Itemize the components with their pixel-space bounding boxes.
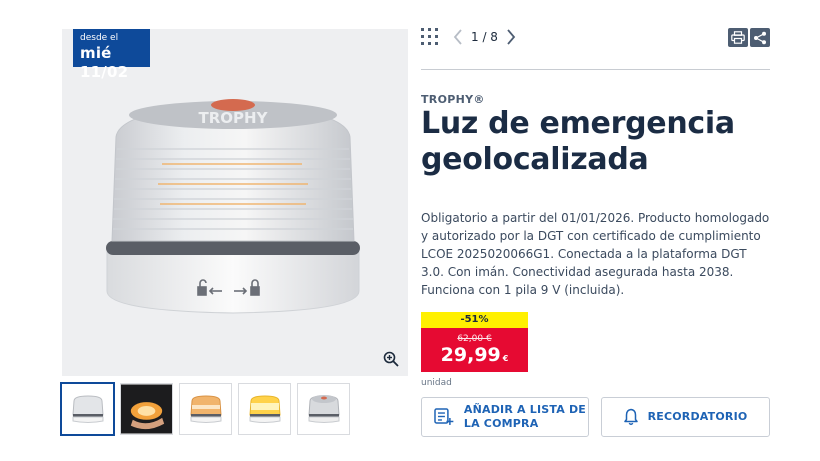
badge-prefix: desde el — [80, 33, 119, 43]
add-to-list-label: AÑADIR A LISTA DE LA COMPRA — [463, 403, 587, 430]
price-panel: 62,00 € 29,99 € — [421, 328, 528, 372]
zoom-button[interactable] — [380, 348, 402, 370]
header-divider — [421, 69, 770, 70]
bell-icon — [623, 408, 638, 426]
reminder-button[interactable]: RECORDATORIO — [601, 397, 770, 437]
thumb-image — [121, 384, 172, 434]
price-box: -51% 62,00 € 29,99 € — [421, 312, 528, 372]
shopping-list-icon — [434, 408, 454, 425]
price-unit: unidad — [421, 378, 452, 388]
product-brand: TROPHY® — [421, 93, 485, 106]
thumb-light-in-hand[interactable] — [120, 383, 173, 435]
thumb-light-orange[interactable] — [179, 383, 232, 435]
product-main-image[interactable]: TROPHY desde el mié 11/02 — [62, 29, 408, 376]
thumb-image — [248, 395, 281, 423]
old-price: 62,00 € — [457, 334, 492, 344]
share-button[interactable] — [750, 28, 770, 47]
pager-count: 1 / 8 — [471, 30, 498, 44]
chevron-right-icon — [507, 29, 516, 45]
print-button[interactable] — [728, 28, 748, 47]
thumb-light-top[interactable] — [297, 383, 350, 435]
print-icon — [731, 31, 745, 44]
product-description: Obligatorio a partir del 01/01/2026. Pro… — [421, 211, 770, 297]
chevron-left-icon — [453, 29, 462, 45]
thumb-light-yellow[interactable] — [238, 383, 291, 435]
image-pager: 1 / 8 — [451, 27, 518, 47]
add-to-shopping-list-button[interactable]: AÑADIR A LISTA DE LA COMPRA — [421, 397, 589, 437]
zoom-in-icon — [383, 351, 399, 367]
next-image-button[interactable] — [504, 27, 518, 47]
badge-date: mié 11/02 — [80, 44, 129, 81]
availability-date-badge: desde el mié 11/02 — [73, 29, 150, 81]
thumb-image — [189, 395, 222, 423]
share-icon — [754, 31, 766, 44]
discount-badge: -51% — [421, 312, 528, 328]
current-price: 29,99 — [440, 344, 501, 366]
grid-icon — [421, 28, 438, 45]
thumb-light-front[interactable] — [60, 382, 115, 436]
grid-view-button[interactable] — [421, 28, 439, 46]
thumb-image — [71, 395, 104, 423]
price-currency: € — [502, 354, 509, 363]
thumb-image — [307, 395, 340, 423]
thumbnail-strip — [60, 382, 350, 436]
prev-image-button[interactable] — [451, 27, 465, 47]
reminder-label: RECORDATORIO — [647, 410, 748, 423]
product-title: Luz de emergencia geolocalizada — [421, 106, 735, 177]
product-logo-text: TROPHY — [199, 109, 269, 127]
